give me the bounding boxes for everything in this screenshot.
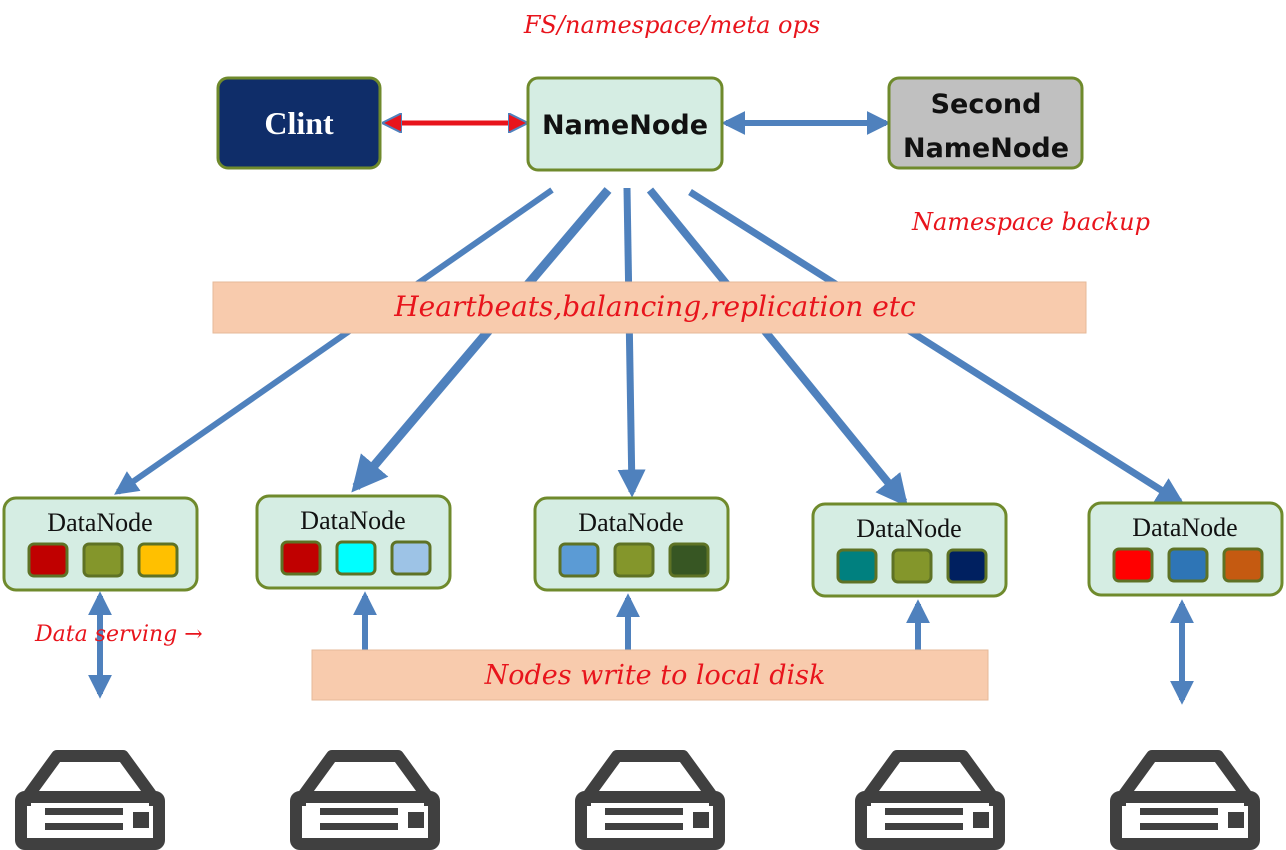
datanode-label: DataNode xyxy=(300,506,405,535)
disk-icon xyxy=(290,750,440,850)
data-block xyxy=(1112,547,1154,583)
data-block xyxy=(1167,547,1209,583)
hdfs-architecture-diagram: FS/namespace/meta ops Clint NameNode Sec… xyxy=(2,11,1284,850)
datanode-4[interactable]: DataNode xyxy=(811,502,1008,598)
data-block xyxy=(335,540,377,576)
arrow-to-datanode-3 xyxy=(617,187,646,498)
arrow-to-datanode-2 xyxy=(351,187,612,493)
datanode-label: DataNode xyxy=(578,508,683,537)
backup-note: Namespace backup xyxy=(911,208,1150,236)
datanode-label: DataNode xyxy=(1132,513,1237,542)
disk-banner: Nodes write to local disk xyxy=(311,649,989,701)
data-block xyxy=(891,548,933,584)
top-note: FS/namespace/meta ops xyxy=(523,11,820,39)
datanode-2[interactable]: DataNode xyxy=(255,494,452,590)
datanode-label: DataNode xyxy=(856,514,961,543)
data-block xyxy=(558,542,600,578)
data-serving-label: Data serving → xyxy=(34,622,203,647)
datanode-label: DataNode xyxy=(47,508,152,537)
disk-icon xyxy=(1110,750,1260,850)
disks xyxy=(15,750,1260,850)
arrow-to-datanode-4 xyxy=(646,187,909,507)
datanode-1[interactable]: DataNode xyxy=(2,496,199,592)
client-label: Clint xyxy=(264,105,334,141)
disk-banner-text: Nodes write to local disk xyxy=(484,660,826,691)
datanodes: DataNode DataNode DataNode DataNode DataNode xyxy=(2,494,1284,598)
data-block xyxy=(137,542,179,578)
arrow-to-datanode-1 xyxy=(114,187,554,495)
data-block xyxy=(668,542,710,578)
disk-icon xyxy=(15,750,165,850)
client-node[interactable]: Clint xyxy=(216,76,382,170)
disk-icon xyxy=(575,750,725,850)
secondary-namenode[interactable]: Second NameNode xyxy=(887,76,1084,170)
datanode-5[interactable]: DataNode xyxy=(1087,501,1284,597)
heartbeat-banner-text: Heartbeats,balancing,replication etc xyxy=(393,290,916,323)
datanode-3[interactable]: DataNode xyxy=(533,496,730,592)
namenode-label: NameNode xyxy=(542,110,708,141)
data-block xyxy=(82,542,124,578)
data-block xyxy=(390,540,432,576)
heartbeat-banner: Heartbeats,balancing,replication etc xyxy=(212,281,1087,334)
data-block xyxy=(27,542,69,578)
secondary-label-line1: Second xyxy=(931,89,1042,120)
arrow-to-datanode-5 xyxy=(688,189,1185,505)
data-block xyxy=(1222,547,1264,583)
data-block xyxy=(836,548,878,584)
disk-icon xyxy=(855,750,1005,850)
secondary-label-line2: NameNode xyxy=(903,133,1069,164)
data-block xyxy=(946,548,988,584)
data-block xyxy=(280,540,322,576)
data-block xyxy=(613,542,655,578)
namenode[interactable]: NameNode xyxy=(526,76,724,172)
